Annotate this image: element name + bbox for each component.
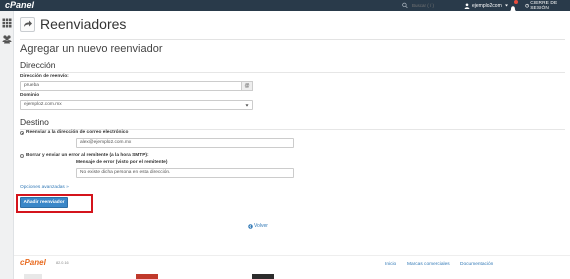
notification-badge [514, 0, 518, 4]
logout-label: CIERRE DE SESIÓN [530, 0, 558, 11]
bottom-thumbnail-2 [136, 274, 158, 279]
notifications-button[interactable] [509, 0, 518, 13]
logout-button[interactable]: CIERRE DE SESIÓN [525, 0, 570, 11]
back-label: Volver [254, 223, 268, 229]
discard-with-error-radio[interactable] [20, 154, 24, 158]
destination-email-input[interactable]: alex@ejemplo2.com.mx [76, 138, 294, 148]
back-arrow-icon [248, 223, 253, 229]
footer-link-home[interactable]: Inicio [385, 262, 396, 267]
title-divider [20, 39, 565, 40]
bottom-thumbnail-1 [24, 274, 42, 279]
forward-address-input[interactable]: prueba [20, 81, 242, 91]
sidebar-tools-button[interactable] [2, 15, 12, 28]
footer-link-documentation[interactable]: Documentación [460, 262, 493, 267]
address-divider [20, 72, 565, 73]
main-content: Reenviadores Agregar un nuevo reenviador… [14, 11, 570, 279]
chevron-down-icon [504, 4, 508, 7]
user-menu[interactable]: ejemplo2com [464, 0, 509, 11]
error-message-input[interactable]: No existe dicha persona en esta direcció… [76, 168, 294, 178]
add-forwarder-button[interactable]: Añadir reenviador [20, 197, 68, 208]
search-input[interactable] [412, 3, 450, 8]
sidebar-users-button[interactable] [2, 31, 12, 44]
forward-to-email-radio[interactable] [20, 131, 24, 135]
error-message-label: Mensaje de error (visto por el remitente… [76, 160, 168, 165]
forward-address-label: Dirección de reenvío: [20, 74, 69, 79]
logout-icon [525, 3, 529, 8]
search-box[interactable] [402, 1, 450, 10]
search-icon [402, 2, 408, 9]
users-icon [2, 35, 12, 44]
page-header: Reenviadores [20, 16, 126, 32]
footer-version: 82.0.16 [56, 261, 69, 265]
bottom-thumbnail-3 [252, 274, 274, 279]
destination-heading: Destino [20, 117, 49, 127]
discard-with-error-label: Borrar y enviar un error al remitente (a… [26, 153, 149, 158]
footer-divider [14, 255, 570, 256]
back-link[interactable]: Volver [248, 223, 268, 229]
forward-to-email-label: Reenviar a la dirección de correo electr… [26, 130, 129, 135]
forwarder-icon [20, 16, 35, 32]
username: ejemplo2com [472, 2, 502, 9]
user-icon [464, 2, 470, 9]
at-sign-addon: @ [241, 81, 253, 91]
advanced-options-link[interactable]: Opciones avanzadas » [20, 185, 69, 190]
domain-select[interactable]: ejemplo2.com.mx [20, 100, 253, 110]
domain-select-value: ejemplo2.com.mx [24, 102, 62, 107]
footer-cpanel-logo: cPanel [20, 258, 46, 267]
form-title: Agregar un nuevo reenviador [20, 43, 163, 55]
address-heading: Dirección [20, 60, 56, 70]
domain-label: Dominio [20, 93, 40, 98]
sidebar [0, 11, 14, 279]
cpanel-logo[interactable]: cPanel [5, 0, 34, 11]
chevron-down-icon [245, 104, 249, 107]
grid-icon [2, 18, 12, 28]
footer-link-trademarks[interactable]: Marcas comerciales [407, 262, 450, 267]
page-title: Reenviadores [40, 16, 127, 32]
